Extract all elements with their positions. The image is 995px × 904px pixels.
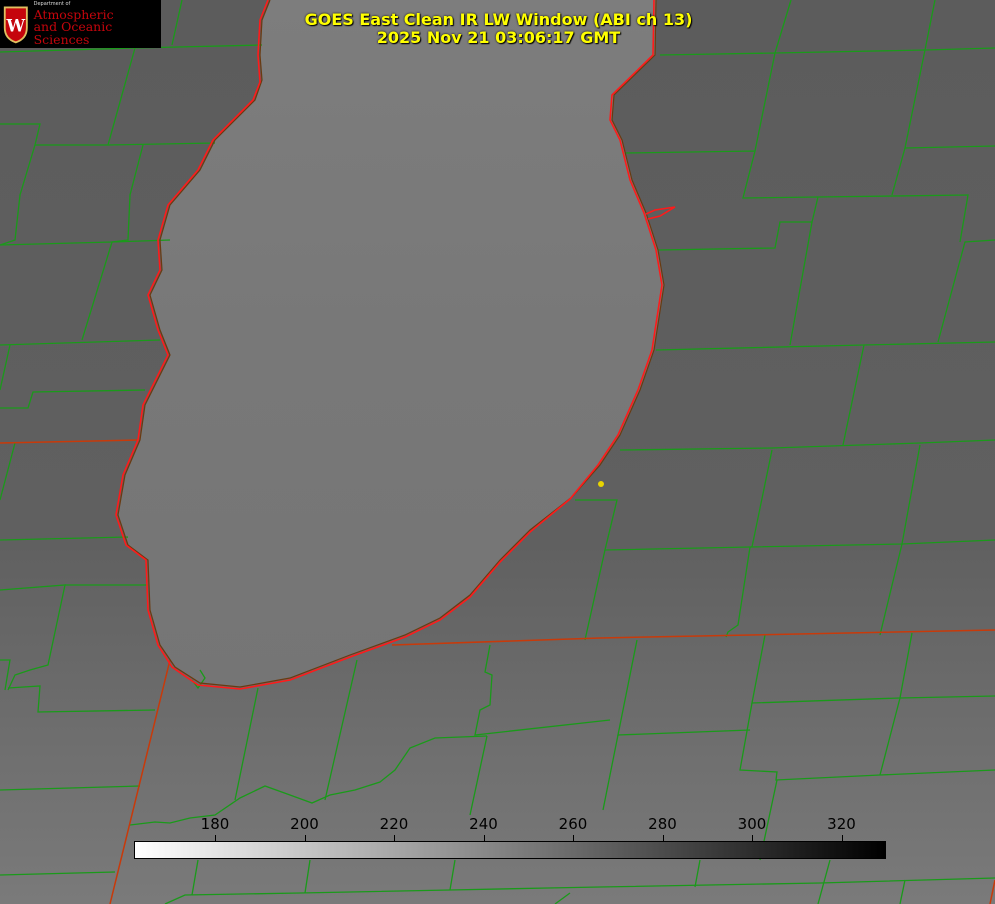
colorbar <box>134 841 886 859</box>
colorbar-tick-label: 180 <box>200 815 230 833</box>
title-product: GOES East Clean IR LW Window (ABI ch 13) <box>304 10 693 29</box>
colorbar-tick-label: 300 <box>737 815 767 833</box>
station-marker <box>598 481 604 487</box>
colorbar-tick-label: 200 <box>290 815 319 833</box>
logo-dept-text: Department of <box>33 0 71 7</box>
colorbar-tick-label: 240 <box>469 815 498 833</box>
colorbar-tick-mark <box>394 835 395 841</box>
image-title: GOES East Clean IR LW Window (ABI ch 13)… <box>0 11 995 47</box>
colorbar-tick-label: 320 <box>827 815 856 833</box>
colorbar-tick-mark <box>662 835 664 841</box>
colorbar-tick-label: 280 <box>648 815 677 833</box>
colorbar-tick-mark <box>483 835 485 841</box>
colorbar-tick-labels: 180 200 220 240 260 280 300 320 <box>0 814 995 834</box>
colorbar-tick-mark <box>573 835 574 841</box>
colorbar-tick-label: 260 <box>558 815 588 833</box>
satellite-map <box>0 0 995 904</box>
colorbar-tick-mark <box>752 835 753 841</box>
colorbar-tick-mark <box>841 835 843 841</box>
colorbar-tick-mark <box>304 835 306 841</box>
colorbar-tick-label: 220 <box>379 815 409 833</box>
colorbar-tick-mark <box>215 835 216 841</box>
satellite-image-viewer: W Department of Atmospheric and Oceanic … <box>0 0 995 904</box>
title-timestamp: 2025 Nov 21 03:06:17 GMT <box>376 28 621 47</box>
